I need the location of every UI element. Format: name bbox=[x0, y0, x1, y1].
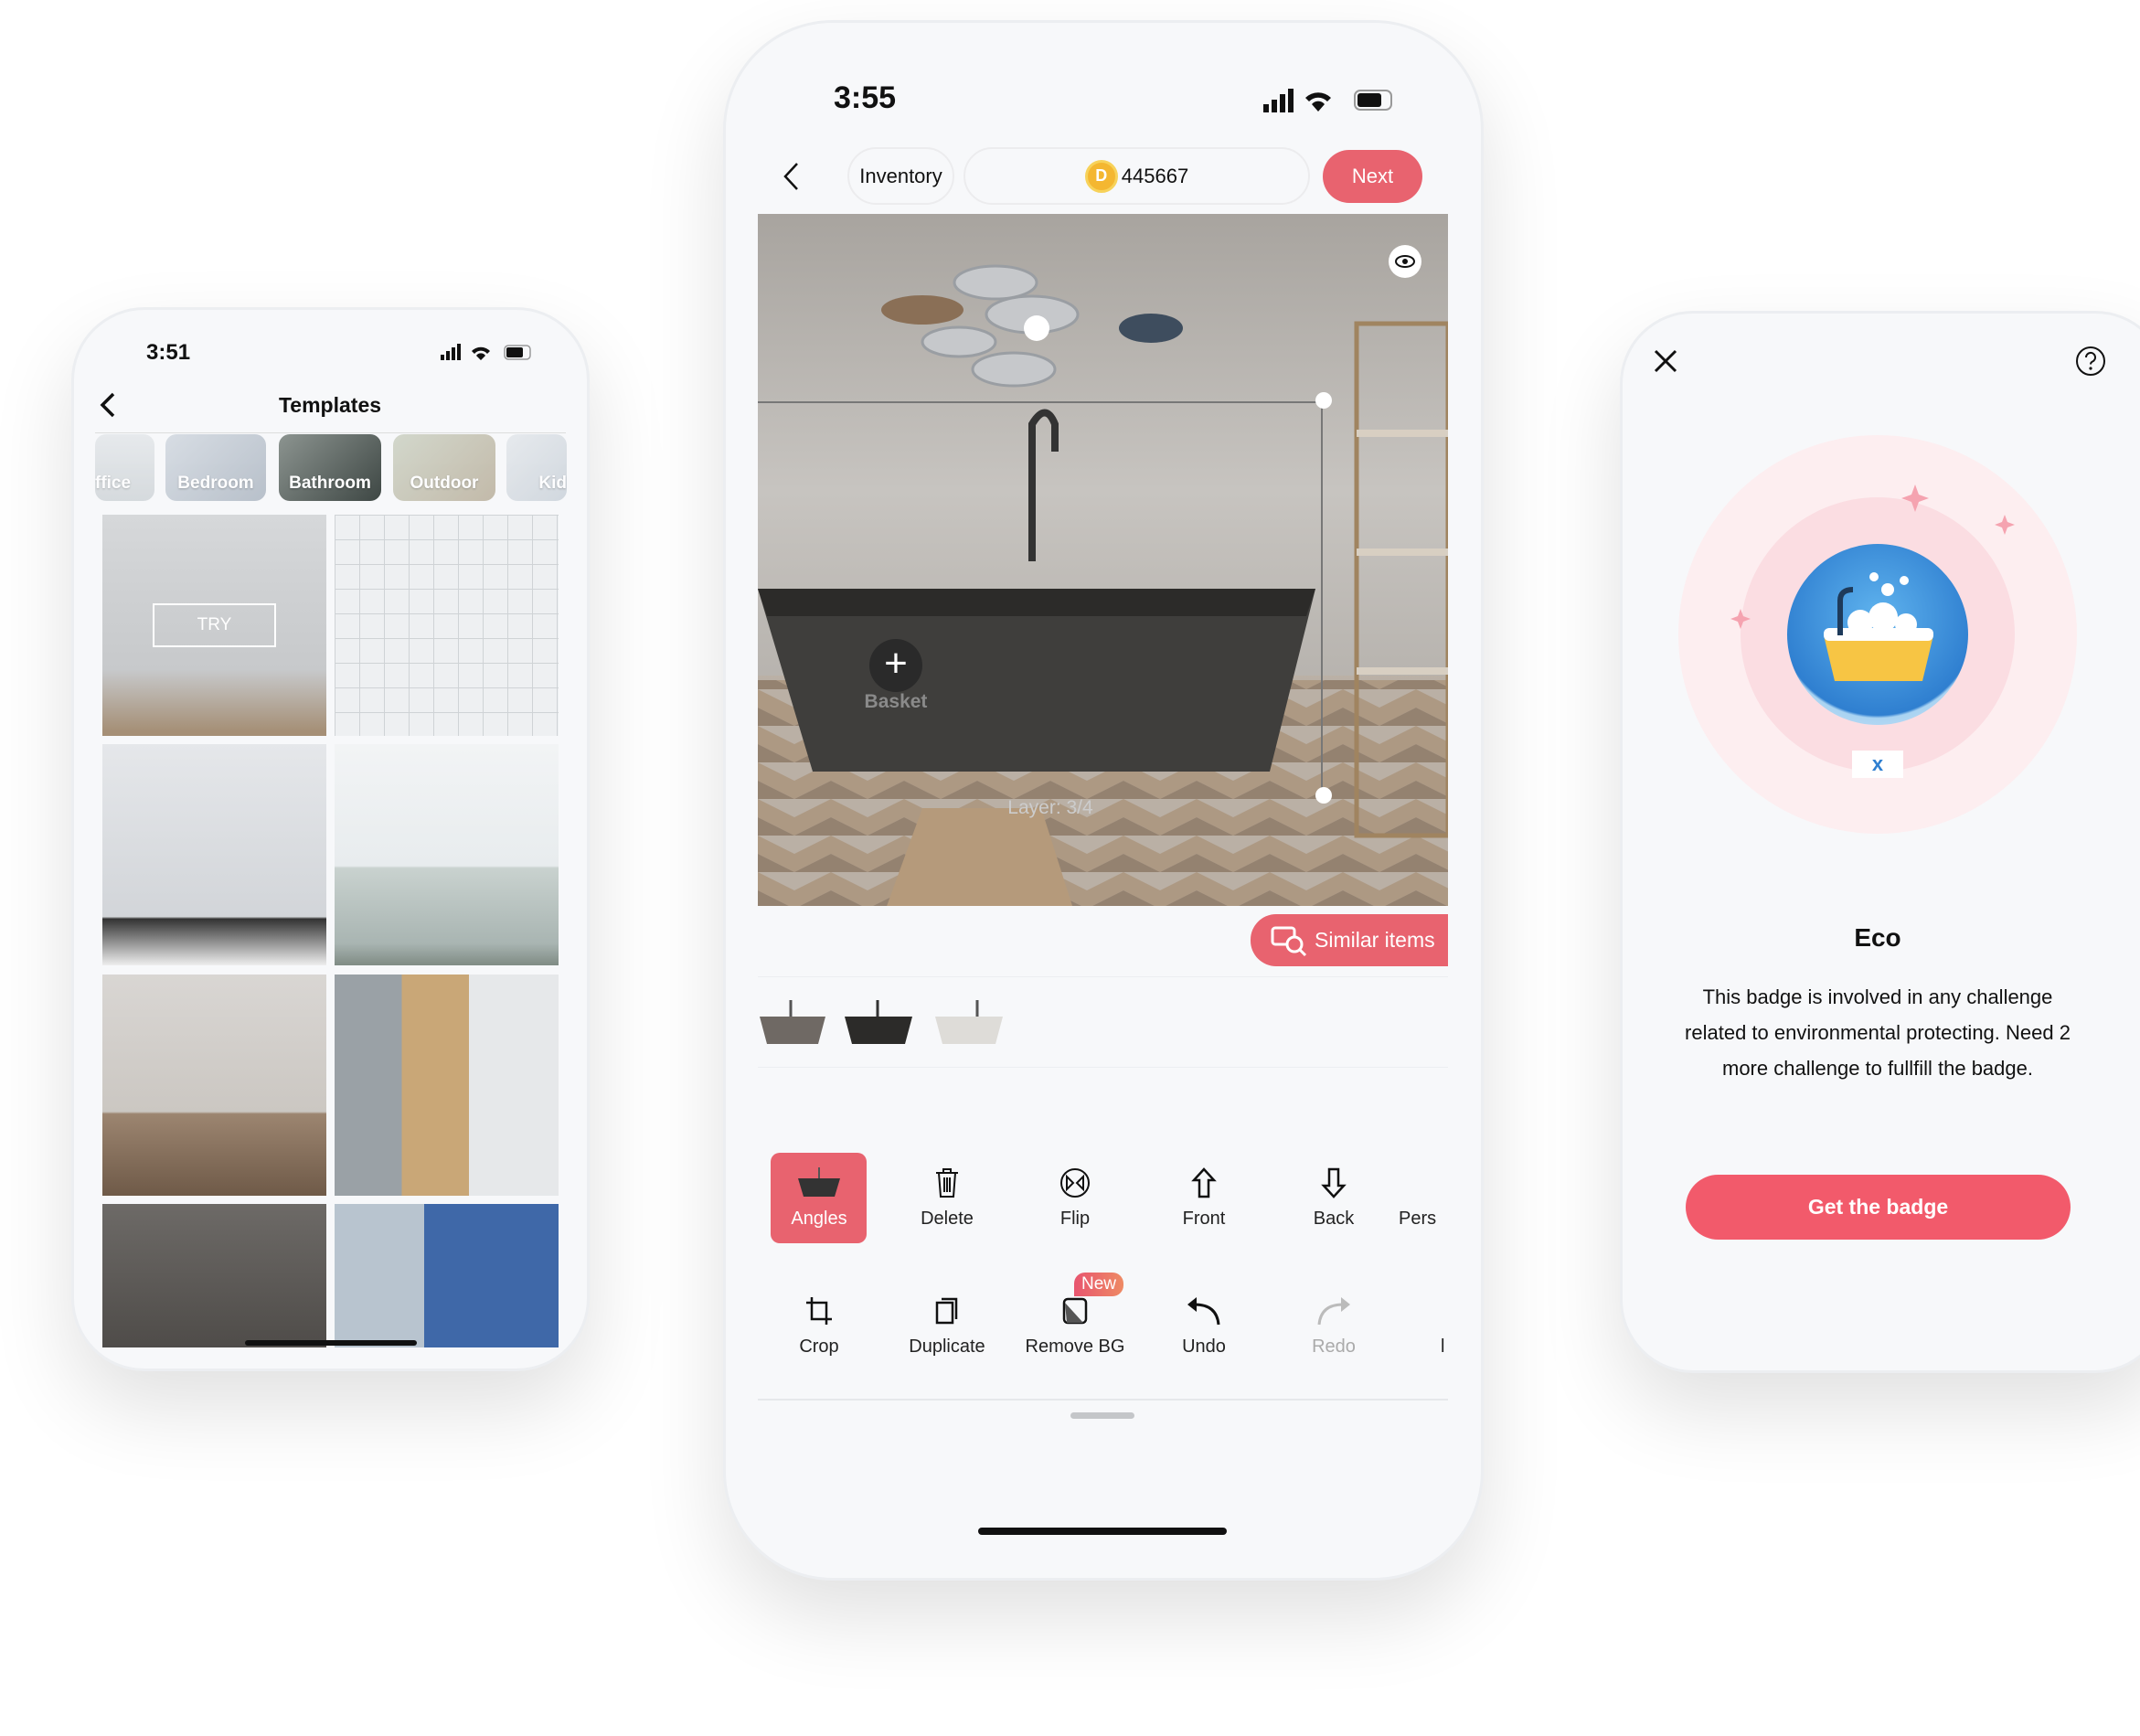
inventory-button[interactable]: Inventory bbox=[847, 147, 954, 205]
design-canvas[interactable]: + Basket Layer: 3/4 bbox=[758, 214, 1448, 906]
remove-bg-icon bbox=[1062, 1297, 1088, 1325]
bathtub-icon bbox=[1824, 572, 1933, 681]
page-title: Templates bbox=[278, 393, 382, 417]
coin-balance: D 445667 bbox=[964, 147, 1310, 205]
variant-thumb[interactable] bbox=[933, 996, 1005, 1051]
template-tile[interactable] bbox=[335, 515, 559, 736]
template-tile[interactable] bbox=[335, 1204, 559, 1347]
flip-icon bbox=[1060, 1168, 1090, 1198]
category-outdoor[interactable]: Outdoor bbox=[393, 434, 495, 501]
perspective-button[interactable]: Pers bbox=[1399, 1163, 1448, 1230]
add-item-button[interactable]: + bbox=[869, 639, 922, 692]
drag-handle[interactable] bbox=[1070, 1412, 1134, 1419]
divider bbox=[758, 1067, 1448, 1068]
category-bedroom[interactable]: Bedroom bbox=[165, 434, 266, 501]
status-icons bbox=[441, 344, 531, 360]
similar-search-icon bbox=[1271, 926, 1307, 956]
front-button[interactable]: Front bbox=[1154, 1163, 1254, 1230]
arrow-down-icon bbox=[1321, 1167, 1347, 1198]
template-tile[interactable]: TRY bbox=[102, 515, 326, 736]
home-indicator bbox=[978, 1528, 1227, 1535]
redo-button[interactable]: Redo bbox=[1283, 1291, 1384, 1358]
variant-thumb[interactable] bbox=[843, 996, 914, 1051]
angles-button[interactable]: Angles bbox=[769, 1163, 869, 1230]
variant-thumb[interactable] bbox=[758, 996, 827, 1051]
new-badge: New bbox=[1074, 1273, 1124, 1296]
divider bbox=[758, 1399, 1448, 1401]
flip-button[interactable]: Flip bbox=[1025, 1163, 1125, 1230]
sparkle-icon bbox=[1730, 609, 1751, 629]
category-bathroom[interactable]: Bathroom bbox=[279, 434, 381, 501]
crop-button[interactable]: Crop bbox=[769, 1291, 869, 1358]
status-time: 3:51 bbox=[146, 340, 191, 365]
undo-icon bbox=[1187, 1297, 1220, 1326]
badge-title: Eco bbox=[1854, 923, 1901, 952]
crop-icon bbox=[806, 1297, 832, 1325]
try-button[interactable]: TRY bbox=[153, 603, 276, 647]
sparkle-icon bbox=[1901, 485, 1929, 512]
badge-label: x bbox=[1852, 751, 1903, 778]
close-icon[interactable] bbox=[1653, 348, 1678, 374]
coin-icon: D bbox=[1084, 159, 1118, 193]
help-icon[interactable] bbox=[2075, 346, 2106, 377]
divider bbox=[758, 976, 1448, 977]
template-tile[interactable] bbox=[102, 744, 326, 965]
visibility-toggle[interactable] bbox=[1389, 245, 1421, 278]
redo-icon bbox=[1317, 1297, 1350, 1326]
undo-button[interactable]: Undo bbox=[1154, 1291, 1254, 1358]
duplicate-button[interactable]: Duplicate bbox=[897, 1291, 997, 1358]
home-indicator bbox=[245, 1340, 417, 1346]
back-icon[interactable] bbox=[781, 161, 803, 192]
category-office[interactable]: ffice bbox=[95, 434, 154, 501]
badge-description: This badge is involved in any challenge … bbox=[1685, 985, 2071, 1080]
eye-icon bbox=[1395, 255, 1415, 268]
duplicate-icon bbox=[935, 1297, 958, 1325]
layer-label: Layer: 3/4 bbox=[1007, 797, 1093, 818]
back-button[interactable]: Back bbox=[1283, 1163, 1384, 1230]
arrow-up-icon bbox=[1191, 1167, 1217, 1198]
item-label: Basket bbox=[864, 691, 928, 712]
similar-items-button[interactable]: Similar items bbox=[1251, 914, 1448, 966]
status-time: 3:55 bbox=[834, 80, 897, 115]
remove-bg-button[interactable]: Remove BG bbox=[1025, 1291, 1125, 1358]
get-badge-button[interactable]: Get the badge bbox=[1686, 1175, 2071, 1240]
eco-badge-image bbox=[1787, 544, 1968, 725]
category-kid[interactable]: Kid bbox=[506, 434, 567, 501]
template-tile[interactable] bbox=[102, 1204, 326, 1347]
status-icons bbox=[1263, 89, 1392, 112]
more-tool-button[interactable]: l bbox=[1441, 1291, 1452, 1358]
next-button[interactable]: Next bbox=[1323, 150, 1422, 203]
sparkle-icon bbox=[1995, 515, 2015, 535]
trash-icon bbox=[936, 1168, 958, 1198]
template-tile[interactable] bbox=[335, 975, 559, 1196]
template-tile[interactable] bbox=[102, 975, 326, 1196]
delete-button[interactable]: Delete bbox=[897, 1163, 997, 1230]
template-tile[interactable] bbox=[335, 744, 559, 965]
back-icon[interactable] bbox=[97, 391, 119, 419]
bathtub-icon bbox=[798, 1167, 840, 1197]
divider bbox=[95, 432, 566, 433]
